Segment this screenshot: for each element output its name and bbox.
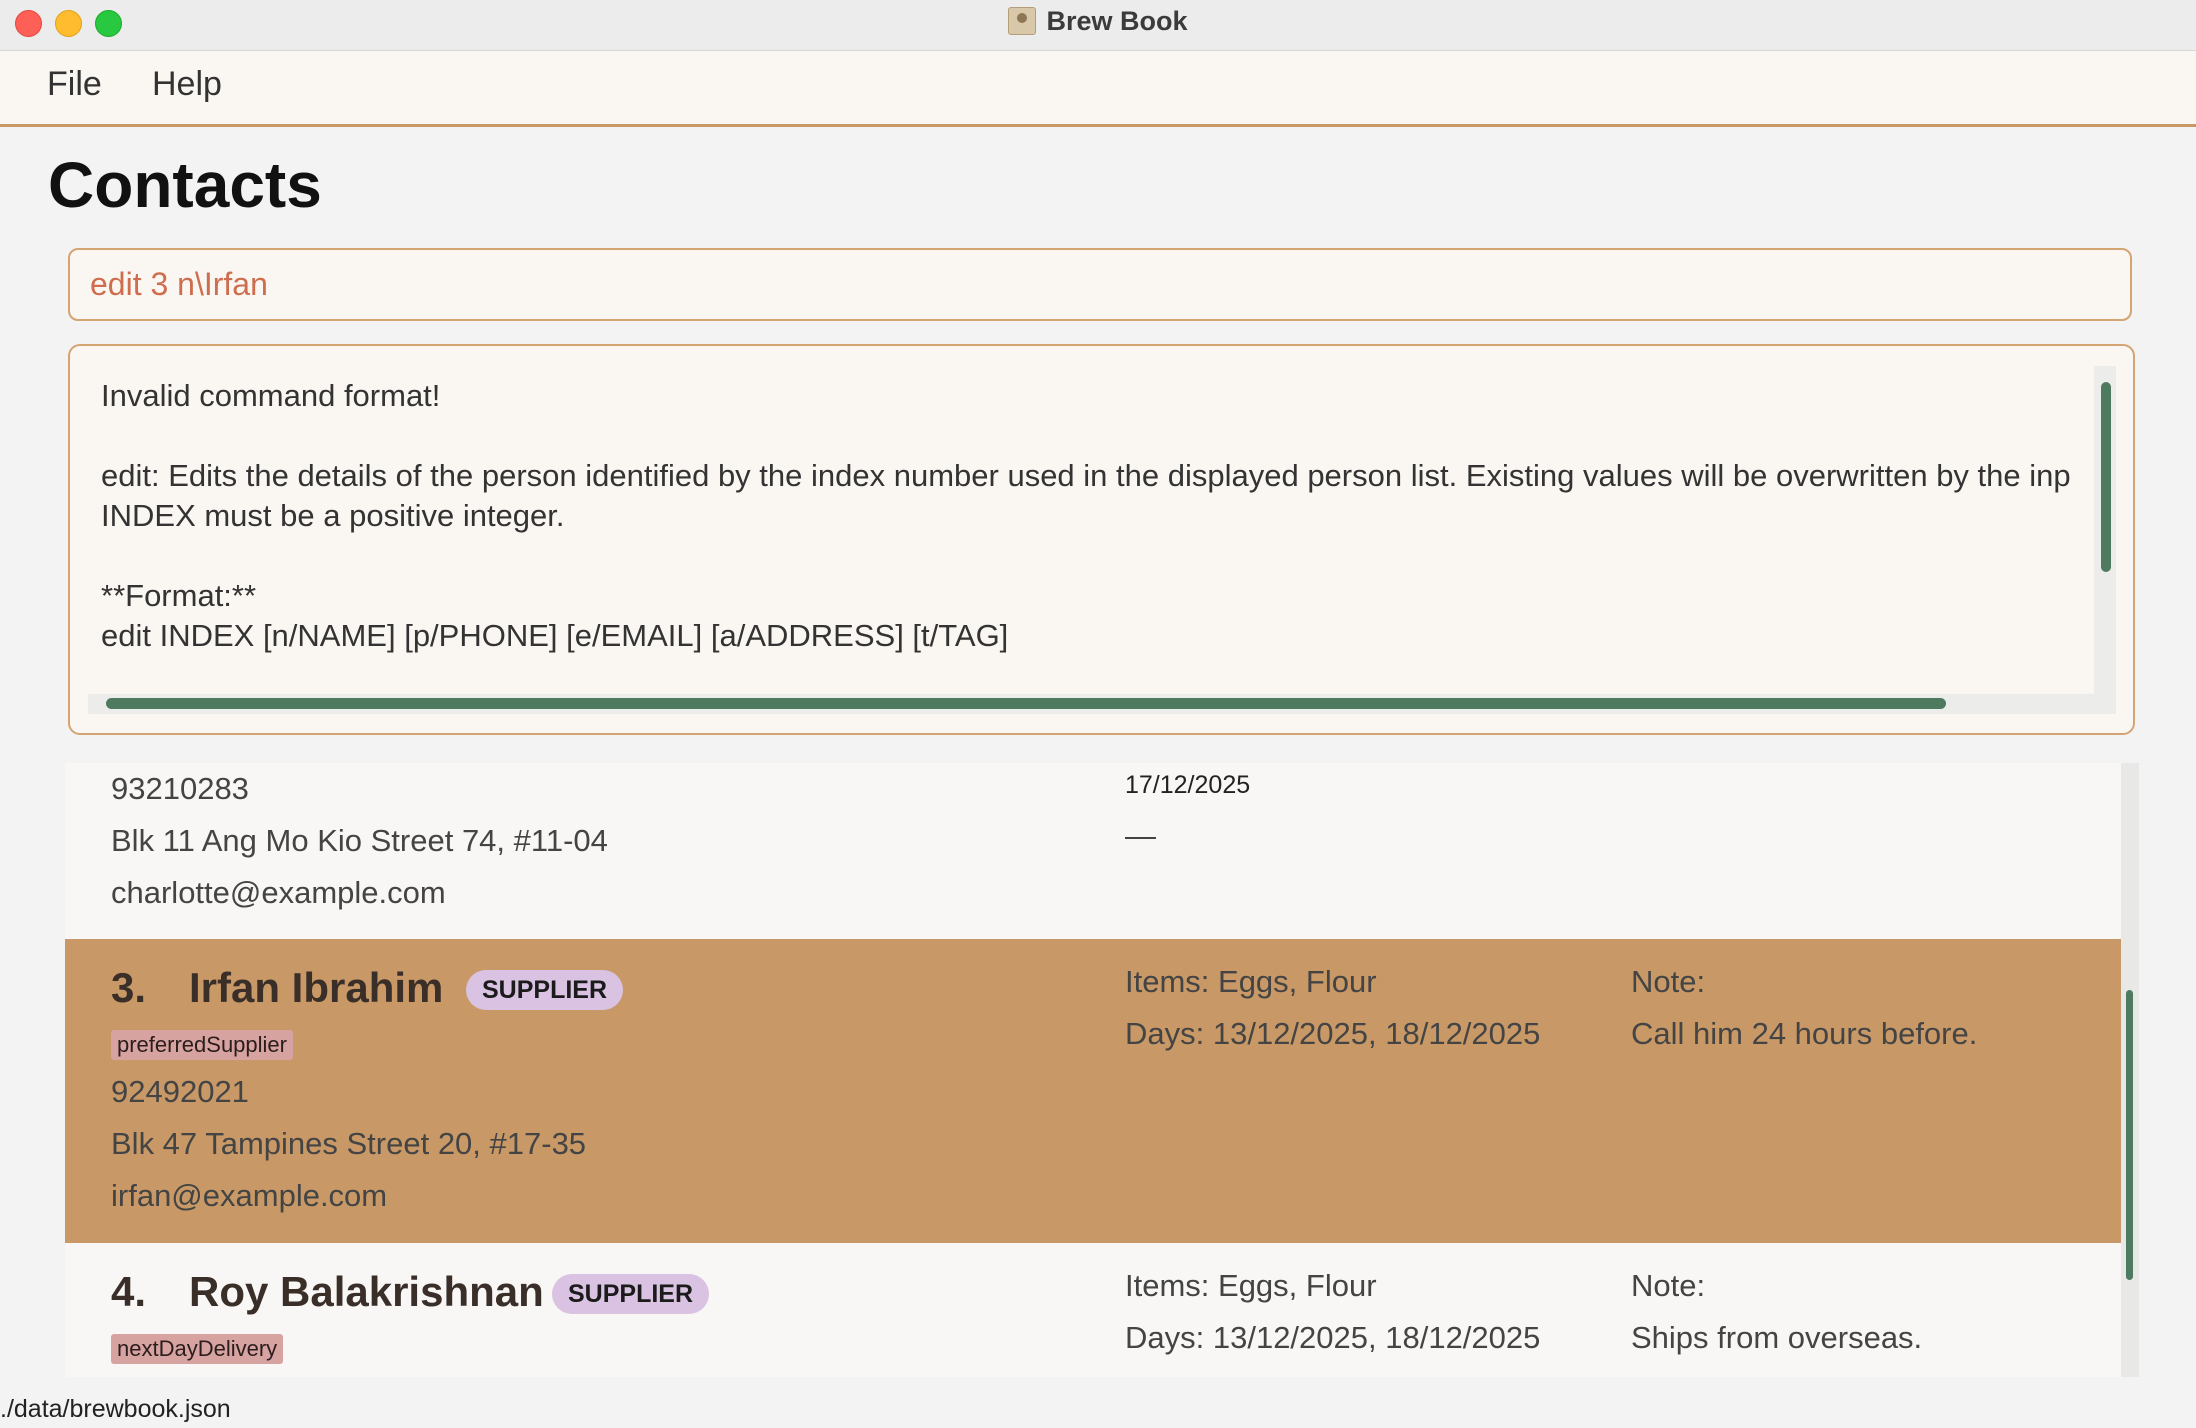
contact-items: Items: Eggs, Flour — [1125, 1268, 1377, 1303]
note-label: Note: — [1631, 964, 1706, 999]
contact-name: Irfan Ibrahim — [189, 964, 444, 1011]
contact-address: Blk 47 Tampines Street 20, #17-35 — [111, 1126, 587, 1161]
save-file-path: ./data/brewbook.json — [0, 1395, 231, 1423]
status-bar: ./data/brewbook.json — [0, 1393, 2196, 1428]
contact-tag: preferredSupplier — [111, 1030, 293, 1060]
contact-email: charlotte@example.com — [111, 875, 446, 910]
contact-date: 17/12/2025 — [1125, 771, 1251, 799]
contacts-app-icon — [1008, 7, 1037, 35]
note-label: Note: — [1631, 1268, 1706, 1303]
role-badge: SUPPLIER — [466, 970, 624, 1010]
contact-items: Items: Eggs, Flour — [1125, 964, 1377, 999]
contact-card[interactable]: 93210283 Blk 11 Ang Mo Kio Street 74, #1… — [65, 763, 2121, 939]
contact-phone: 93210283 — [111, 771, 249, 806]
contact-tag: nextDayDelivery — [111, 1334, 284, 1364]
result-vertical-scroll-thumb[interactable] — [2101, 382, 2111, 572]
result-line: edit INDEX [n/NAME] [p/PHONE] [e/EMAIL] … — [101, 618, 1009, 653]
title-bar: Brew Book — [0, 0, 2196, 51]
window-title-text: Brew Book — [1046, 5, 1188, 36]
contact-address: Blk 11 Ang Mo Kio Street 74, #11-04 — [111, 823, 608, 858]
result-line: edit: Edits the details of the person id… — [101, 458, 2071, 493]
result-line: Invalid command format! — [101, 378, 441, 413]
command-input[interactable] — [88, 265, 2112, 304]
contact-card[interactable]: 4. Roy Balakrishnan SUPPLIER nextDayDeli… — [65, 1243, 2121, 1377]
menu-help[interactable]: Help — [152, 65, 222, 104]
menu-bar: File Help — [0, 51, 2196, 127]
result-horizontal-scroll-thumb[interactable] — [106, 698, 1946, 709]
page-title: Contacts — [48, 149, 322, 221]
contact-phone: 92492021 — [111, 1074, 249, 1109]
result-display: Invalid command format! edit: Edits the … — [68, 344, 2135, 735]
contact-placeholder-dash: — — [1125, 818, 1156, 853]
contact-note: Ships from overseas. — [1631, 1320, 1923, 1355]
contact-index: 3. — [111, 964, 147, 1011]
contact-card-selected[interactable]: 3. Irfan Ibrahim SUPPLIER preferredSuppl… — [65, 939, 2121, 1243]
role-badge: SUPPLIER — [552, 1274, 710, 1314]
contact-note: Call him 24 hours before. — [1631, 1016, 1978, 1051]
contact-email: irfan@example.com — [111, 1178, 388, 1213]
contact-name: Roy Balakrishnan — [189, 1268, 544, 1315]
command-box[interactable] — [68, 248, 2132, 321]
contact-days: Days: 13/12/2025, 18/12/2025 — [1125, 1016, 1541, 1051]
menu-file[interactable]: File — [47, 65, 102, 104]
contact-index: 4. — [111, 1268, 147, 1315]
window-title: Brew Book — [0, 0, 2196, 42]
contact-list[interactable]: 93210283 Blk 11 Ang Mo Kio Street 74, #1… — [65, 763, 2121, 1377]
result-line: INDEX must be a positive integer. — [101, 498, 565, 533]
contact-list-scroll-thumb[interactable] — [2126, 990, 2133, 1280]
result-text: Invalid command format! edit: Edits the … — [101, 376, 2133, 656]
result-line: **Format:** — [101, 578, 257, 613]
contact-days: Days: 13/12/2025, 18/12/2025 — [1125, 1320, 1541, 1355]
